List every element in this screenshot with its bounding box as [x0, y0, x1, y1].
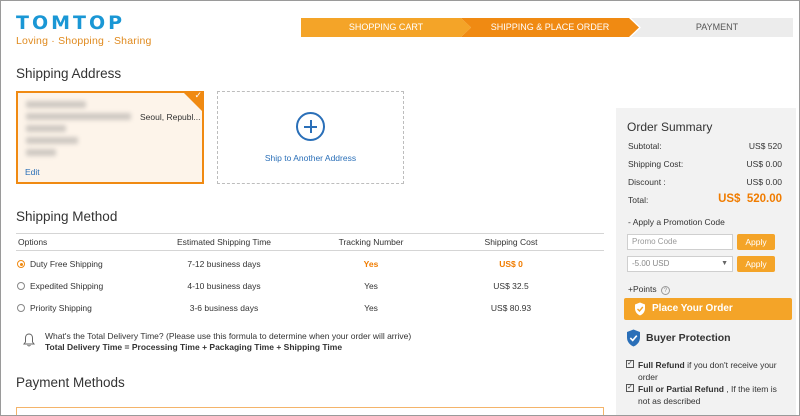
- tracking-value: Yes: [363, 259, 379, 269]
- checkout-page: TOMTOP Loving · Shopping · Sharing SHOPP…: [0, 0, 800, 416]
- discount-row: Discount : US$ 0.00: [628, 177, 782, 187]
- shipping-cost-label: Shipping Cost:: [628, 159, 684, 169]
- table-header: Options Estimated Shipping Time Tracking…: [16, 233, 604, 251]
- edit-address-link[interactable]: Edit: [25, 167, 40, 177]
- buyer-protection-shield-icon: [627, 329, 640, 347]
- protection-text: Full or Partial Refund , If the item is …: [638, 384, 777, 406]
- shipping-time: 3-6 business days: [189, 303, 259, 313]
- logo-wordmark: TOMTOP: [16, 12, 126, 34]
- buyer-protection-title: Buyer Protection: [646, 332, 731, 344]
- step-payment: PAYMENT: [631, 18, 793, 37]
- checkbox-icon: ✓: [626, 384, 634, 392]
- delivery-question: What's the Total Delivery Time? (Please …: [45, 331, 412, 341]
- plus-icon: [296, 112, 325, 141]
- shipping-cost-value: US$ 0.00: [746, 159, 782, 169]
- subtotal-value: US$ 520: [748, 141, 782, 151]
- points-row[interactable]: +Points ?: [628, 284, 670, 295]
- shipping-cost: US$ 32.5: [493, 281, 529, 291]
- shipping-time: 4-10 business days: [187, 281, 261, 291]
- order-summary-title: Order Summary: [627, 120, 713, 134]
- redacted-address-line: [26, 113, 131, 120]
- shipping-method-title: Shipping Method: [16, 209, 118, 224]
- header-estimated-time: Estimated Shipping Time: [176, 237, 272, 247]
- apply-coupon-button[interactable]: Apply: [737, 256, 775, 272]
- payment-methods-title: Payment Methods: [16, 375, 125, 390]
- help-icon[interactable]: ?: [660, 286, 670, 295]
- radio-duty-free[interactable]: [17, 260, 25, 268]
- total-label: Total:: [628, 195, 649, 205]
- place-order-label: Place Your Order: [652, 303, 733, 314]
- ship-to-another-address-card[interactable]: Ship to Another Address: [217, 91, 404, 184]
- redacted-address-line: [26, 125, 66, 132]
- protection-text: Full Refund if you don't receive your or…: [638, 360, 777, 382]
- option-label: Expedited Shipping: [30, 281, 104, 291]
- delivery-formula: Total Delivery Time = Processing Time + …: [45, 342, 343, 352]
- shield-icon: [635, 302, 645, 316]
- coupon-select[interactable]: -5.00 USD ▼: [627, 256, 733, 272]
- selected-check-icon: ✓: [182, 91, 204, 113]
- logo-tagline: Loving · Shopping · Sharing: [16, 35, 152, 47]
- shipping-time: 7-12 business days: [187, 259, 261, 269]
- header-options: Options: [18, 237, 48, 247]
- option-label: Duty Free Shipping: [30, 259, 103, 269]
- tracking-value: Yes: [364, 303, 378, 313]
- promo-code-input[interactable]: Promo Code: [627, 234, 733, 250]
- coupon-value: -5.00 USD: [632, 259, 670, 268]
- ship-to-another-address-label: Ship to Another Address: [264, 153, 357, 163]
- checkbox-icon: ✓: [626, 360, 634, 368]
- subtotal-row: Subtotal: US$ 520: [628, 141, 782, 151]
- redacted-address-line: [26, 101, 86, 108]
- points-label: +Points: [628, 284, 657, 294]
- discount-value: US$ 0.00: [746, 177, 782, 187]
- step-shopping-cart[interactable]: SHOPPING CART: [301, 18, 471, 37]
- redacted-address-line: [26, 149, 56, 156]
- radio-expedited[interactable]: [17, 282, 25, 290]
- discount-label: Discount :: [628, 177, 666, 187]
- redacted-address-line: [26, 137, 78, 144]
- checkout-progress: SHOPPING CART SHIPPING & PLACE ORDER PAY…: [301, 18, 793, 37]
- chevron-down-icon: ▼: [721, 260, 728, 267]
- shipping-cost-row: Shipping Cost: US$ 0.00: [628, 159, 782, 169]
- step-shipping-place-order: SHIPPING & PLACE ORDER: [461, 18, 639, 37]
- shipping-address-title: Shipping Address: [16, 66, 122, 81]
- shipping-cost: US$ 80.93: [490, 303, 532, 313]
- selected-address-card[interactable]: Seoul, Republ... Edit ✓: [16, 91, 204, 184]
- table-row[interactable]: Expedited Shipping 4-10 business days Ye…: [16, 275, 604, 297]
- promo-code-label: - Apply a Promotion Code: [628, 217, 725, 227]
- subtotal-label: Subtotal:: [628, 141, 662, 151]
- payment-methods-panel: [16, 407, 604, 415]
- tomtop-logo[interactable]: TOMTOP Loving · Shopping · Sharing: [16, 13, 152, 47]
- shipping-method-table: Options Estimated Shipping Time Tracking…: [16, 233, 604, 319]
- order-summary-panel: Order Summary Subtotal: US$ 520 Shipping…: [616, 108, 796, 415]
- table-row[interactable]: Priority Shipping 3-6 business days Yes …: [16, 297, 604, 319]
- header-tracking: Tracking Number: [338, 237, 404, 247]
- header-cost: Shipping Cost: [484, 237, 538, 247]
- place-order-button[interactable]: Place Your Order: [624, 298, 792, 320]
- option-label: Priority Shipping: [30, 303, 92, 313]
- address-city: Seoul, Republ...: [140, 112, 201, 122]
- apply-promo-button[interactable]: Apply: [737, 234, 775, 250]
- total-value: US$ 520.00: [718, 193, 782, 205]
- tracking-value: Yes: [364, 281, 378, 291]
- table-row[interactable]: Duty Free Shipping 7-12 business days Ye…: [16, 253, 604, 275]
- bell-icon: [23, 333, 35, 347]
- radio-priority[interactable]: [17, 304, 25, 312]
- shipping-cost: US$ 0: [499, 259, 523, 269]
